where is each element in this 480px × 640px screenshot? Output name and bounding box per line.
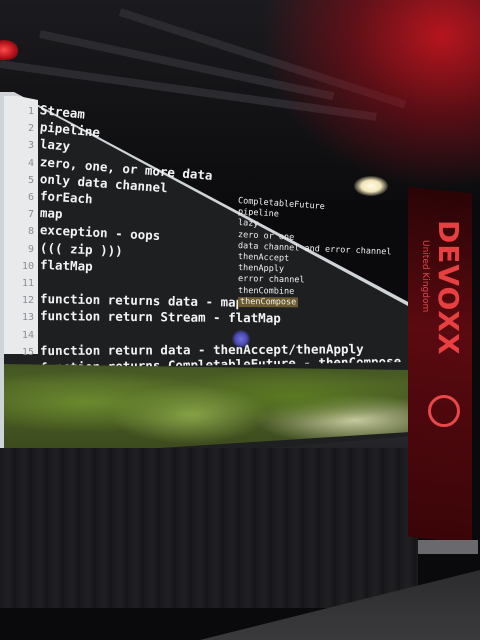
line-number: 5 <box>27 174 34 186</box>
line-number: 6 <box>27 192 34 203</box>
line-number: 12 <box>21 295 34 307</box>
line-number: 10 <box>21 260 34 272</box>
right-column-line: thenApply <box>237 263 285 275</box>
line-number: 15 <box>21 346 34 358</box>
line-number: 2 <box>27 123 34 135</box>
flower <box>232 330 250 348</box>
banner-stand <box>418 540 478 554</box>
line-number: 11 <box>21 278 34 289</box>
line-number: 8 <box>27 226 34 238</box>
code-line: flatMap <box>39 256 93 274</box>
line-number: 14 <box>21 329 34 341</box>
code-line: map <box>39 205 63 222</box>
line-number: 4 <box>27 157 34 169</box>
spotlight <box>354 176 388 196</box>
line-number: 1 <box>27 106 34 117</box>
banner-title: DEVOXX <box>432 220 465 356</box>
line-number: 3 <box>27 140 34 152</box>
line-number: 7 <box>27 209 34 221</box>
devoxx-logo-icon <box>428 395 460 427</box>
banner-subtitle: United Kingdom <box>420 240 430 313</box>
code-line: lazy <box>39 136 71 155</box>
right-column-line: lazy <box>237 218 259 230</box>
line-number: 9 <box>27 243 34 255</box>
stage-curtain <box>0 448 418 608</box>
code-line: function return Stream - flatMap <box>39 308 281 326</box>
red-ceiling-light <box>260 0 480 190</box>
photo-scene: 1 2 3 4 5 6 7 8 9 10 11 12 13 14 15 Stream pipeline lazy z… <box>0 0 480 640</box>
code-line: ((( zip ))) <box>39 239 124 259</box>
right-column-line: error channel <box>237 274 305 286</box>
line-number: 13 <box>21 312 34 324</box>
right-column-line: thenCompose <box>237 296 299 308</box>
right-column-line: thenAccept <box>237 252 290 264</box>
right-column-line: thenCombine <box>237 285 295 297</box>
